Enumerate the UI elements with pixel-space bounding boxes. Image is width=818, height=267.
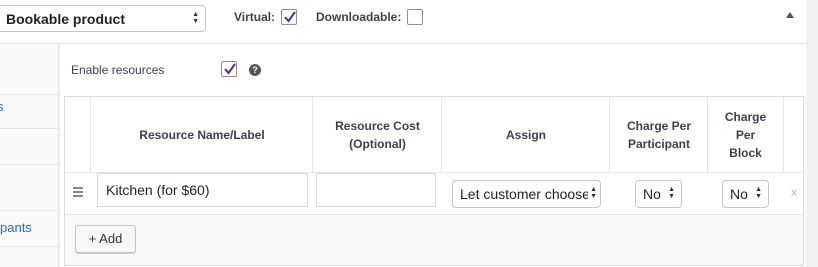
add-resource-button[interactable]: + Add [75,225,136,253]
column-header-name: Resource Name/Label [139,128,265,142]
resources-table-header: Resource Name/Label Resource Cost (Optio… [65,97,803,173]
column-header-charge-block: Charge Per Block [724,110,767,160]
resource-name-input[interactable]: Kitchen (for $60) [97,173,308,207]
product-type-select[interactable]: Bookable product ▲ ▼ [0,5,206,32]
checkmark-icon [284,11,296,23]
column-header-assign: Assign [505,128,546,142]
virtual-checkbox[interactable] [281,9,297,25]
resource-row: Kitchen (for $60) Let customer choose ▲ ▼… [65,173,803,215]
virtual-label: Virtual: [234,10,276,24]
resources-table: Resource Name/Label Resource Cost (Optio… [64,96,804,266]
product-data-header: Bookable product ▲ ▼ Virtual: Downloadabl… [0,0,806,44]
select-arrows-icon: ▲ ▼ [588,186,597,200]
collapse-arrow-icon[interactable] [786,12,794,18]
product-type-value: Bookable product [6,11,126,27]
sidebar-item-fragment[interactable]: s [0,99,4,114]
select-arrows-icon: ▲ ▼ [755,186,762,200]
column-header-cost: Resource Cost (Optional) [335,119,420,151]
help-icon[interactable]: ? [249,64,261,76]
select-arrows-icon: ▲ ▼ [668,186,675,200]
resource-cost-input[interactable] [316,173,436,207]
remove-row-icon[interactable]: x [791,185,797,199]
enable-resources-label: Enable resources [71,63,165,77]
assign-select[interactable]: Let customer choose ▲ ▼ [452,180,601,208]
select-arrows-icon: ▲ ▼ [192,11,199,25]
page-gutter [806,0,818,267]
enable-resources-checkbox[interactable] [221,61,237,77]
checkmark-icon [224,63,236,75]
charge-participant-select[interactable]: No ▲ ▼ [635,180,682,208]
charge-block-select[interactable]: No ▲ ▼ [722,180,769,208]
product-data-tabs: s pants [0,44,59,267]
column-header-charge-participant: Charge Per Participant [626,119,692,151]
drag-handle-icon[interactable] [73,187,83,199]
charge-participant-value: No [643,186,661,202]
sidebar-item-participants[interactable]: pants [0,220,32,235]
assign-value: Let customer choose [460,186,590,202]
resources-panel: Enable resources ? Resource Name/Label R… [60,44,806,267]
charge-block-value: No [730,186,748,202]
downloadable-checkbox[interactable] [407,9,423,25]
downloadable-label: Downloadable: [316,10,402,24]
